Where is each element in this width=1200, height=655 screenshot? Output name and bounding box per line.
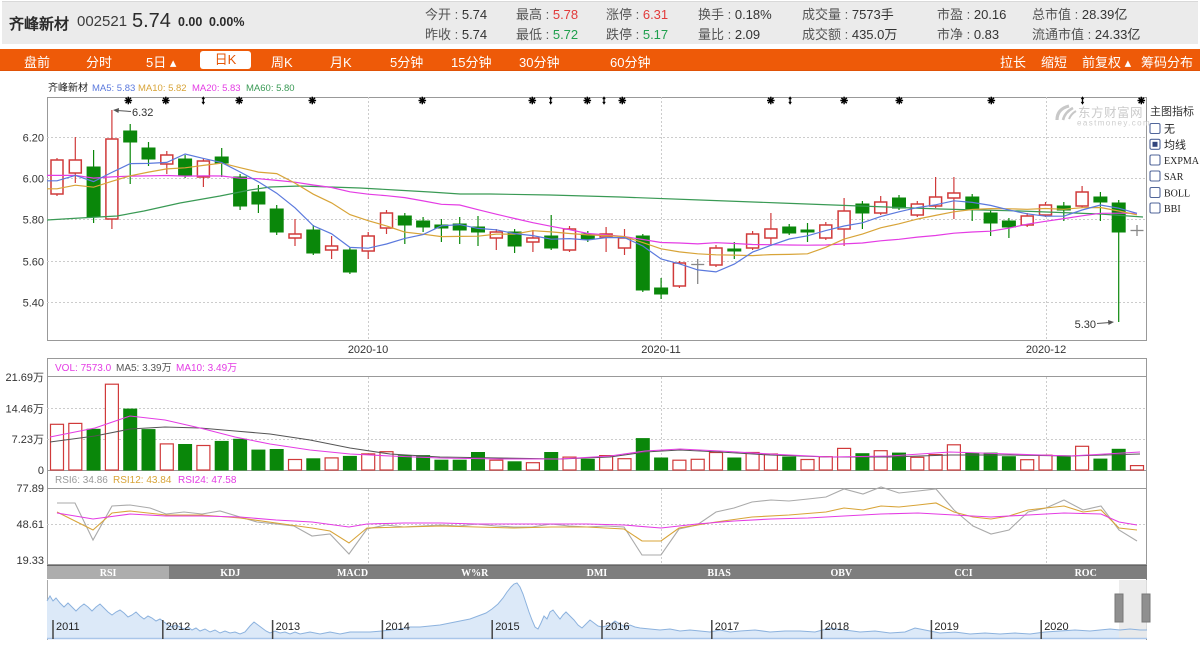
svg-text:0: 0 — [38, 465, 44, 477]
svg-text:21.69万: 21.69万 — [5, 372, 44, 384]
svg-text:MA5: 5.83: MA5: 5.83 — [92, 83, 135, 94]
svg-text:2020-10: 2020-10 — [348, 344, 388, 356]
svg-text:2020-11: 2020-11 — [641, 344, 681, 356]
svg-text:5.60: 5.60 — [23, 257, 44, 269]
svg-text:齐峰新材: 齐峰新材 — [48, 81, 88, 94]
svg-text:2020: 2020 — [1044, 621, 1068, 633]
svg-text:VOL: 7573.0: VOL: 7573.0 — [55, 363, 112, 374]
svg-text:RSI12: 43.84: RSI12: 43.84 — [113, 475, 172, 486]
svg-text:2013: 2013 — [276, 621, 300, 633]
svg-text:2018: 2018 — [825, 621, 849, 633]
svg-text:6.20: 6.20 — [23, 133, 44, 145]
svg-text:CCI: CCI — [954, 568, 972, 579]
svg-text:2015: 2015 — [495, 621, 519, 633]
svg-text:RSI24: 47.58: RSI24: 47.58 — [178, 475, 237, 486]
svg-text:MA10: 5.82: MA10: 5.82 — [138, 83, 187, 94]
svg-text:EXPMA: EXPMA — [1164, 156, 1200, 167]
svg-text:5.40: 5.40 — [23, 298, 44, 310]
svg-text:eastmoney.com: eastmoney.com — [1077, 119, 1151, 128]
svg-text:2019: 2019 — [934, 621, 958, 633]
svg-text:77.89: 77.89 — [16, 483, 44, 495]
svg-text:MACD: MACD — [337, 568, 368, 579]
svg-text:均线: 均线 — [1164, 137, 1186, 151]
svg-text:MA20: 5.83: MA20: 5.83 — [192, 83, 241, 94]
svg-text:SAR: SAR — [1164, 172, 1184, 183]
svg-text:6.00: 6.00 — [23, 174, 44, 186]
svg-text:5.80: 5.80 — [23, 215, 44, 227]
svg-text:BBI: BBI — [1164, 204, 1181, 215]
svg-text:5.30: 5.30 — [1075, 319, 1096, 331]
svg-text:2017: 2017 — [715, 621, 739, 633]
svg-text:ROC: ROC — [1075, 568, 1097, 579]
svg-text:KDJ: KDJ — [220, 568, 240, 579]
svg-text:MA5: 3.39万: MA5: 3.39万 — [116, 363, 172, 374]
svg-text:2011: 2011 — [56, 621, 80, 633]
svg-text:7.23万: 7.23万 — [12, 434, 44, 446]
svg-text:14.46万: 14.46万 — [5, 404, 44, 416]
svg-text:DMI: DMI — [587, 568, 608, 579]
svg-text:BIAS: BIAS — [707, 568, 731, 579]
svg-text:2020-12: 2020-12 — [1026, 344, 1066, 356]
svg-text:48.61: 48.61 — [16, 519, 44, 531]
svg-text:MA60: 5.80: MA60: 5.80 — [246, 83, 295, 94]
svg-text:OBV: OBV — [830, 568, 852, 579]
svg-text:6.32: 6.32 — [132, 107, 153, 119]
svg-text:19.33: 19.33 — [16, 555, 44, 567]
svg-text:RSI6: 34.86: RSI6: 34.86 — [55, 475, 108, 486]
svg-text:RSI: RSI — [100, 568, 117, 579]
svg-text:W%R: W%R — [461, 568, 489, 579]
svg-text:2016: 2016 — [605, 621, 629, 633]
svg-text:主图指标: 主图指标 — [1150, 104, 1194, 118]
svg-text:2012: 2012 — [166, 621, 190, 633]
svg-text:MA10: 3.49万: MA10: 3.49万 — [176, 363, 237, 374]
svg-text:2014: 2014 — [385, 621, 409, 633]
svg-text:无: 无 — [1164, 124, 1175, 136]
svg-text:BOLL: BOLL — [1164, 189, 1190, 200]
